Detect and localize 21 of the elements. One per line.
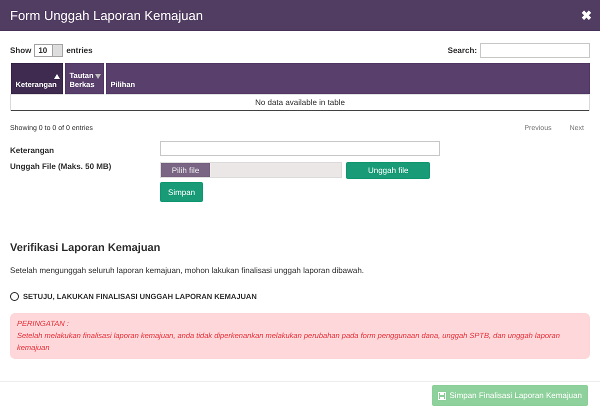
section-title: Verifikasi Laporan Kemajuan — [10, 242, 162, 254]
sort-icon — [54, 74, 60, 79]
radio-button[interactable] — [10, 292, 19, 301]
field-label: Keterangan — [10, 146, 56, 155]
window-title: Form Unggah Laporan Kemajuan — [10, 8, 203, 23]
search-label: Search: — [448, 46, 477, 54]
keterangan-field[interactable] — [160, 141, 440, 156]
section-description: Setelah mengunggah seluruh laporan kemajuan, mohon lakukan finalisasi unggah laporan dibawah. — [10, 266, 366, 275]
search-field[interactable] — [480, 42, 590, 58]
page-length-select[interactable]: 10 — [34, 44, 64, 56]
save-icon — [438, 392, 446, 400]
upload-button[interactable]: Unggah file — [346, 162, 430, 179]
show-label: Show — [10, 46, 32, 54]
save-button[interactable]: Simpan — [160, 182, 204, 202]
empty-table-message: No data available in table — [10, 94, 590, 110]
entries-label: entries — [66, 46, 93, 54]
file-input[interactable]: Pilih file — [160, 162, 342, 178]
sort-icon — [94, 74, 101, 79]
choose-file-button[interactable]: Pilih file — [161, 163, 210, 177]
close-button[interactable]: ✖ — [581, 8, 592, 23]
field-label: Unggah File (Maks. 50 MB) — [10, 162, 112, 171]
